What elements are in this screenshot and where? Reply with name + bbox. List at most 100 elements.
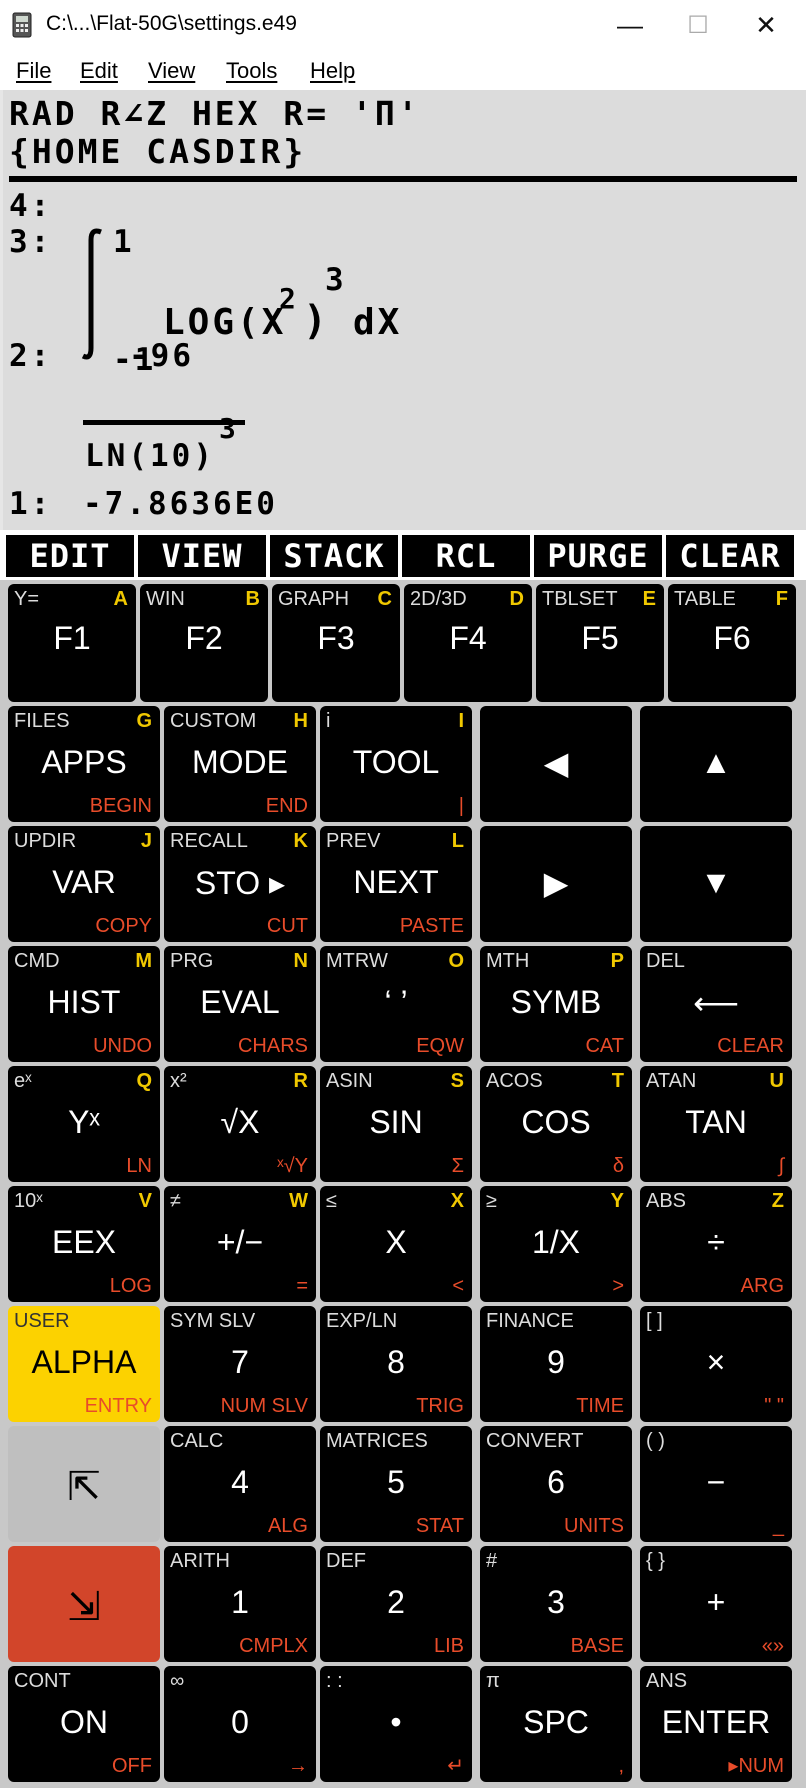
softkey-view[interactable]: VIEW — [138, 535, 266, 577]
key-top-label: TBLSET — [542, 588, 618, 610]
menu-help[interactable]: Help — [310, 58, 355, 84]
softkey-edit[interactable]: EDIT — [6, 535, 134, 577]
softkey-clear[interactable]: CLEAR — [666, 535, 794, 577]
key-right-shift-label: «» — [761, 1635, 784, 1657]
key-main-label: 8 — [387, 1344, 405, 1380]
key-tool[interactable]: i I TOOL | — [320, 706, 472, 822]
key-right-shift-label: UNITS — [564, 1515, 624, 1537]
key-negate[interactable]: ≠ W +/− = — [164, 1186, 316, 1302]
key-right-shift[interactable]: ⇲ — [8, 1546, 160, 1662]
key-hist[interactable]: CMD M HIST UNDO — [8, 946, 160, 1062]
key-right-shift-label: NUM SLV — [220, 1395, 308, 1417]
key-mode[interactable]: CUSTOM H MODE END — [164, 706, 316, 822]
menu-view[interactable]: View — [148, 58, 195, 84]
key-on[interactable]: CONT ON OFF — [8, 1666, 160, 1782]
key-decimal[interactable]: : : • ↵ — [320, 1666, 472, 1782]
key-tan[interactable]: ATAN U TAN ∫ — [640, 1066, 792, 1182]
key-main-label: VAR — [52, 864, 116, 900]
key-left-arrow[interactable]: ◀ — [480, 706, 632, 822]
key-x[interactable]: ≤ X X < — [320, 1186, 472, 1302]
key-three[interactable]: #3 BASE — [480, 1546, 632, 1662]
key-sin[interactable]: ASIN S SIN Σ — [320, 1066, 472, 1182]
key-symb[interactable]: MTH P SYMB CAT — [480, 946, 632, 1062]
key-alpha[interactable]: USER ALPHA ENTRY — [8, 1306, 160, 1422]
key-alpha-label: V — [138, 1190, 152, 1212]
key-f1[interactable]: Y= A F1 — [8, 584, 136, 702]
maximize-button[interactable]: ☐ — [664, 0, 732, 50]
key-alpha-label: K — [293, 830, 308, 852]
key-main-label: + — [706, 1584, 726, 1620]
key-main-label: √X — [220, 1104, 260, 1140]
key-f2[interactable]: WIN B F2 — [140, 584, 268, 702]
key-var[interactable]: UPDIR J VAR COPY — [8, 826, 160, 942]
key-five[interactable]: MATRICES 5 STAT — [320, 1426, 472, 1542]
key-zero[interactable]: ∞ 0 → — [164, 1666, 316, 1782]
key-eight[interactable]: EXP/LN 8 TRIG — [320, 1306, 472, 1422]
key-f4[interactable]: 2D/3D D F4 — [404, 584, 532, 702]
key-backspace[interactable]: DEL ⟵ CLEAR — [640, 946, 792, 1062]
key-right-shift-label: BEGIN — [89, 795, 152, 817]
key-main-label: ⇱ — [67, 1465, 101, 1509]
key-apps[interactable]: FILES G APPS BEGIN — [8, 706, 160, 822]
key-down-arrow[interactable]: ▼ — [640, 826, 792, 942]
key-right-shift-label: EQW — [416, 1035, 464, 1057]
key-inverse[interactable]: ≥ Y 1/X > — [480, 1186, 632, 1302]
key-main-label: EVAL — [200, 984, 280, 1020]
key-top-label: RECALL — [170, 830, 248, 852]
key-right-shift-label: ˣ√Y — [277, 1155, 308, 1177]
key-two[interactable]: DEF 2 LIB — [320, 1546, 472, 1662]
key-top-label: ≤ — [326, 1190, 337, 1212]
close-button[interactable]: ✕ — [732, 0, 800, 50]
key-minus[interactable]: ( ) − _ — [640, 1426, 792, 1542]
key-f6[interactable]: TABLE F F6 — [668, 584, 796, 702]
key-top-label: x² — [170, 1070, 187, 1092]
key-sto[interactable]: RECALL K STO ▸ CUT — [164, 826, 316, 942]
integrand-close-paren: ) — [303, 298, 331, 344]
key-enter[interactable]: ANS ENTER ▸NUM — [640, 1666, 792, 1782]
key-main-label: ENTER — [661, 1704, 771, 1740]
key-six[interactable]: CONVERT 6 UNITS — [480, 1426, 632, 1542]
key-cos[interactable]: ACOS T COS δ — [480, 1066, 632, 1182]
key-eval[interactable]: PRG N EVAL CHARS — [164, 946, 316, 1062]
key-f3[interactable]: GRAPH C F3 — [272, 584, 400, 702]
key-right-shift-label: CMPLX — [239, 1635, 308, 1657]
key-left-shift[interactable]: ⇱ — [8, 1426, 160, 1542]
softkey-purge[interactable]: PURGE — [534, 535, 662, 577]
key-right-shift-label: ARG — [740, 1275, 784, 1297]
key-right-arrow[interactable]: ▶ — [480, 826, 632, 942]
key-power[interactable]: eˣ Q Yˣ LN — [8, 1066, 160, 1182]
key-right-shift-label: COPY — [95, 915, 152, 937]
key-next[interactable]: PREV L NEXT PASTE — [320, 826, 472, 942]
key-eex[interactable]: 10ˣ V EEX LOG — [8, 1186, 160, 1302]
menu-edit[interactable]: Edit — [80, 58, 118, 84]
key-sqrt[interactable]: x² R √X ˣ√Y — [164, 1066, 316, 1182]
key-f5[interactable]: TBLSET E F5 — [536, 584, 664, 702]
key-right-shift-label: = — [296, 1275, 308, 1297]
key-quote[interactable]: MTRW O ‘ ’ EQW — [320, 946, 472, 1062]
key-main-label: ⟵ — [693, 985, 739, 1021]
key-alpha-label: Q — [136, 1070, 152, 1092]
softkey-stack[interactable]: STACK — [270, 535, 398, 577]
softkey-rcl[interactable]: RCL — [402, 535, 530, 577]
key-top-label: GRAPH — [278, 588, 350, 610]
key-four[interactable]: CALC 4 ALG — [164, 1426, 316, 1542]
menu-tools[interactable]: Tools — [226, 58, 277, 84]
key-divide[interactable]: ABS Z ÷ ARG — [640, 1186, 792, 1302]
directory-path: {HOME CASDIR} — [9, 132, 307, 171]
key-main-label: APPS — [41, 744, 127, 780]
key-space[interactable]: π SPC, — [480, 1666, 632, 1782]
minimize-button[interactable]: — — [596, 0, 664, 50]
key-nine[interactable]: FINANCE 9 TIME — [480, 1306, 632, 1422]
key-main-label: • — [390, 1704, 402, 1740]
key-alpha-label: D — [509, 588, 524, 610]
key-right-shift-label: , — [618, 1755, 624, 1777]
key-plus[interactable]: { } + «» — [640, 1546, 792, 1662]
key-one[interactable]: ARITH 1 CMPLX — [164, 1546, 316, 1662]
key-multiply[interactable]: [ ] × " " — [640, 1306, 792, 1422]
key-seven[interactable]: SYM SLV 7 NUM SLV — [164, 1306, 316, 1422]
key-up-arrow[interactable]: ▲ — [640, 706, 792, 822]
key-top-label: MATRICES — [326, 1430, 428, 1452]
menu-file[interactable]: File — [16, 58, 51, 84]
key-main-label: ▶ — [543, 865, 569, 901]
key-main-label: Yˣ — [68, 1104, 100, 1140]
